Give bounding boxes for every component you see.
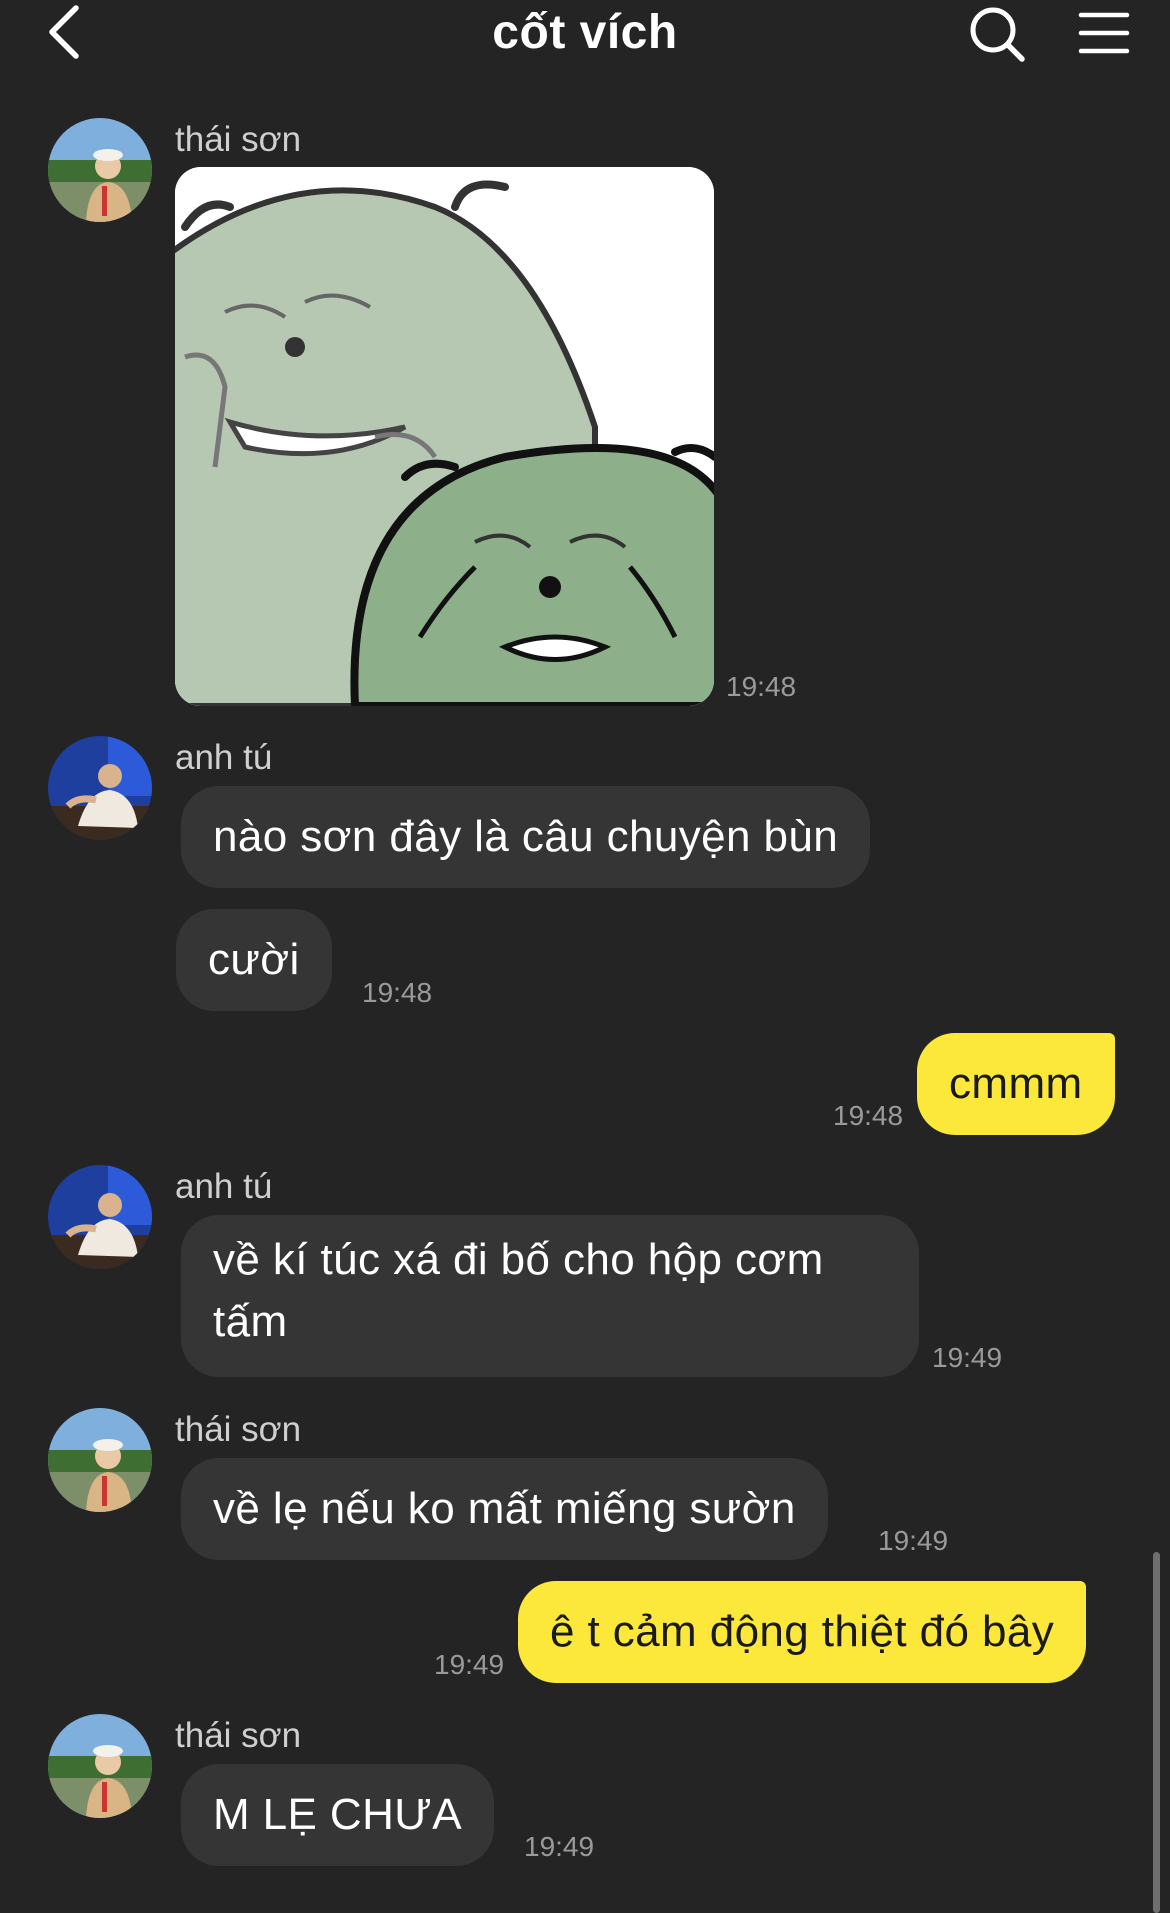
sticker-drawing — [175, 167, 714, 706]
search-icon — [970, 7, 1025, 62]
message-bubble[interactable]: cười — [176, 909, 332, 1011]
avatar-photo — [48, 736, 152, 840]
outgoing-message-bubble[interactable]: ê t cảm động thiệt đó bây — [518, 1581, 1087, 1683]
message-bubble[interactable]: về kí túc xá đi bố cho hộp cơm tấm — [181, 1215, 919, 1377]
avatar-photo — [48, 1165, 152, 1269]
message-time: 19:48 — [362, 977, 433, 1008]
outgoing-message-bubble[interactable]: cmmm — [917, 1033, 1115, 1135]
avatar-thai-son[interactable] — [48, 1714, 152, 1818]
message-time: 19:49 — [878, 1525, 949, 1556]
message-time: 19:48 — [726, 671, 797, 702]
avatar-thai-son[interactable] — [48, 1408, 152, 1512]
message-bubble[interactable]: về lẹ nếu ko mất miếng sườn — [181, 1458, 828, 1560]
hamburger-menu-icon — [1078, 12, 1130, 54]
sender-name: thái sơn — [175, 120, 302, 159]
sender-name: thái sơn — [175, 1716, 302, 1755]
message-bubble[interactable]: nào sơn đây là câu chuyện bùn — [181, 786, 871, 888]
avatar-photo — [48, 1714, 152, 1818]
avatar-photo — [48, 1408, 152, 1512]
menu-button[interactable] — [1078, 10, 1130, 56]
sticker-image[interactable] — [175, 167, 714, 706]
message-time: 19:49 — [434, 1649, 505, 1680]
message-bubble[interactable]: M LẸ CHƯA — [181, 1764, 494, 1866]
search-button[interactable] — [968, 4, 1028, 64]
sender-name: anh tú — [175, 738, 273, 777]
avatar-photo — [48, 118, 152, 222]
sender-name: anh tú — [175, 1167, 273, 1206]
scrollbar[interactable] — [1153, 1552, 1160, 1913]
message-time: 19:49 — [524, 1831, 595, 1862]
avatar-anh-tu[interactable] — [48, 736, 152, 840]
avatar-thai-son[interactable] — [48, 118, 152, 222]
message-time: 19:48 — [833, 1100, 904, 1131]
sender-name: thái sơn — [175, 1410, 302, 1449]
avatar-anh-tu[interactable] — [48, 1165, 152, 1269]
message-time: 19:49 — [932, 1342, 1003, 1373]
